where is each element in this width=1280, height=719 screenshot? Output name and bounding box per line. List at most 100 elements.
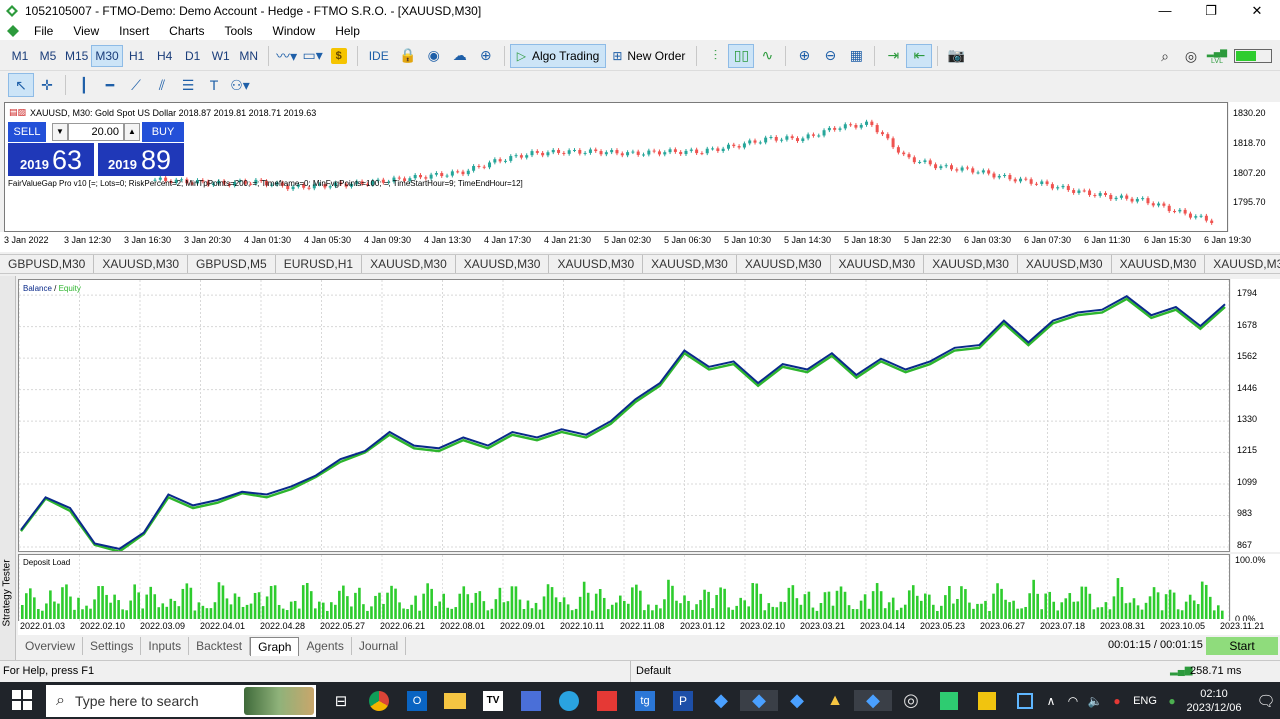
minimize-button[interactable]: — — [1142, 0, 1188, 21]
signal-icon[interactable]: ◉ — [421, 44, 447, 68]
chrome-icon[interactable] — [360, 690, 398, 711]
timeframe-mn[interactable]: MN — [235, 45, 263, 67]
tray-app-icon[interactable]: ● — [1106, 694, 1128, 708]
anydesk-icon[interactable] — [588, 690, 626, 711]
zoom-out-icon[interactable]: ⊖ — [817, 44, 843, 68]
tray-chevron-icon[interactable]: ∧ — [1040, 694, 1062, 708]
blue-app-icon[interactable] — [1006, 692, 1044, 709]
menu-help[interactable]: Help — [325, 24, 370, 38]
lot-up-icon[interactable]: ▲ — [124, 123, 140, 141]
file-explorer-icon[interactable] — [436, 692, 474, 709]
lot-input[interactable]: 20.00 — [68, 123, 124, 141]
deposit-load-chart[interactable]: Deposit Load — [18, 554, 1230, 622]
symbol-tab[interactable]: XAUUSD,M30 — [924, 255, 1018, 273]
task-view-icon[interactable]: ⊟ — [322, 692, 360, 710]
symbol-tab[interactable]: XAUUSD,M30 — [456, 255, 550, 273]
timeframe-w1[interactable]: W1 — [207, 45, 235, 67]
timeframe-m1[interactable]: M1 — [6, 45, 34, 67]
autoscroll-icon[interactable]: ⇥ — [880, 44, 906, 68]
trading-app-icon[interactable]: ▲ — [816, 692, 854, 710]
trendline-icon[interactable]: ⟋ — [123, 73, 149, 97]
tab-backtest[interactable]: Backtest — [189, 637, 251, 655]
candlestick-icon[interactable]: ▯▯ — [728, 43, 755, 68]
symbol-tab[interactable]: GBPUSD,M5 — [188, 255, 276, 273]
close-button[interactable]: ✕ — [1234, 0, 1280, 21]
timeframe-m15[interactable]: M15 — [62, 45, 91, 67]
symbol-tab[interactable]: XAUUSD,M30 — [94, 255, 189, 273]
metatrader-taskbar-icon[interactable]: ◆ — [778, 690, 816, 711]
metatrader-taskbar-icon[interactable]: ◆ — [702, 690, 740, 711]
symbol-tab[interactable]: XAUUSD,M30 — [1018, 255, 1112, 273]
menu-charts[interactable]: Charts — [159, 24, 214, 38]
account-icon[interactable]: ◎ — [1178, 44, 1204, 68]
p-app-icon[interactable]: P — [664, 690, 702, 711]
symbol-tab[interactable]: XAUUSD,M30 — [737, 255, 831, 273]
timeframe-h1[interactable]: H1 — [123, 45, 151, 67]
symbol-tab[interactable]: XAUUSD,M30 — [362, 255, 456, 273]
buy-button[interactable]: BUY — [142, 122, 184, 142]
timeframe-m5[interactable]: M5 — [34, 45, 62, 67]
maximize-button[interactable]: ❐ — [1188, 0, 1234, 21]
line-chart-icon[interactable]: ∿ — [754, 44, 780, 68]
tab-agents[interactable]: Agents — [299, 637, 352, 655]
symbol-tab[interactable]: XAUUSD,M30 — [549, 255, 644, 273]
tray-app-icon[interactable]: ● — [1162, 694, 1182, 708]
sell-button[interactable]: SELL — [8, 122, 46, 142]
volume-icon[interactable]: 🔈 — [1084, 694, 1106, 708]
dollar-icon[interactable]: $ — [326, 44, 352, 68]
buy-price-box[interactable]: 2019 89 — [98, 143, 184, 176]
menu-window[interactable]: Window — [263, 24, 326, 38]
timeframe-d1[interactable]: D1 — [179, 45, 207, 67]
timeframe-h4[interactable]: H4 — [151, 45, 179, 67]
menu-view[interactable]: View — [63, 24, 109, 38]
symbol-tab[interactable]: XAUUSD,M30 — [831, 255, 925, 273]
chart-shift-icon[interactable]: ⇤ — [906, 43, 933, 68]
cloud-icon[interactable]: ☁ — [447, 44, 473, 68]
tab-overview[interactable]: Overview — [18, 637, 84, 655]
taskbar-clock[interactable]: 02:10 2023/12/06 — [1182, 687, 1246, 715]
language-indicator[interactable]: ENG — [1128, 695, 1162, 707]
symbol-tab[interactable]: XAUUSD,M30 — [1112, 255, 1206, 273]
vertical-line-icon[interactable]: ┃ — [71, 73, 97, 97]
sell-price-box[interactable]: 2019 63 — [8, 143, 94, 176]
menu-tools[interactable]: Tools — [215, 24, 263, 38]
crosshair-icon[interactable]: ✛ — [34, 73, 60, 97]
vps-icon[interactable]: ⊕ — [473, 44, 499, 68]
symbol-tab[interactable]: EURUSD,H1 — [276, 255, 363, 273]
algo-trading-button[interactable]: ▷ Algo Trading — [509, 43, 607, 68]
tab-graph[interactable]: Graph — [250, 636, 300, 656]
timeframe-m30[interactable]: M30 — [91, 44, 123, 67]
search-icon[interactable]: ⌕ — [1152, 44, 1178, 68]
tab-journal[interactable]: Journal — [352, 637, 407, 655]
yellow-app-icon[interactable] — [968, 691, 1006, 710]
outlook-icon[interactable]: O — [398, 690, 436, 711]
new-order-button[interactable]: ⊞ New Order — [606, 44, 691, 68]
green-app-icon[interactable] — [930, 691, 968, 710]
metatrader-taskbar-icon[interactable]: ◆ — [854, 690, 892, 711]
channel-icon[interactable]: ⫽ — [149, 73, 175, 97]
tg-app-icon[interactable]: tg — [626, 690, 664, 711]
text-tool-icon[interactable]: T — [201, 73, 227, 97]
grid-icon[interactable]: ▦ — [843, 44, 869, 68]
lot-down-icon[interactable]: ▼ — [52, 123, 68, 141]
cursor-icon[interactable]: ↖ — [8, 73, 34, 97]
telegram-icon[interactable] — [550, 690, 588, 711]
zoom-in-icon[interactable]: ⊕ — [791, 44, 817, 68]
app-icon[interactable] — [512, 690, 550, 711]
horizontal-line-icon[interactable]: ━ — [97, 73, 123, 97]
tradingview-icon[interactable]: TV — [474, 690, 512, 711]
screenshot-icon[interactable]: 📷 — [943, 44, 969, 68]
fibonacci-icon[interactable]: ☰ — [175, 73, 201, 97]
templates-icon[interactable]: ▭▾ — [300, 44, 326, 68]
tab-inputs[interactable]: Inputs — [141, 637, 190, 655]
balance-equity-graph[interactable]: Balance / Equity — [18, 279, 1230, 552]
taskbar-search[interactable]: ⌕ Type here to search — [46, 685, 316, 717]
menu-insert[interactable]: Insert — [109, 24, 159, 38]
notifications-icon[interactable]: 🗨 — [1246, 692, 1280, 710]
ide-button[interactable]: IDE — [363, 44, 395, 68]
wifi-icon[interactable]: ◠ — [1062, 694, 1084, 708]
bar-chart-icon[interactable]: ⫶ — [702, 44, 728, 68]
tab-settings[interactable]: Settings — [83, 637, 142, 655]
obs-icon[interactable]: ◎ — [892, 690, 930, 711]
chart-type-icon[interactable]: 〰▾ — [274, 44, 300, 68]
